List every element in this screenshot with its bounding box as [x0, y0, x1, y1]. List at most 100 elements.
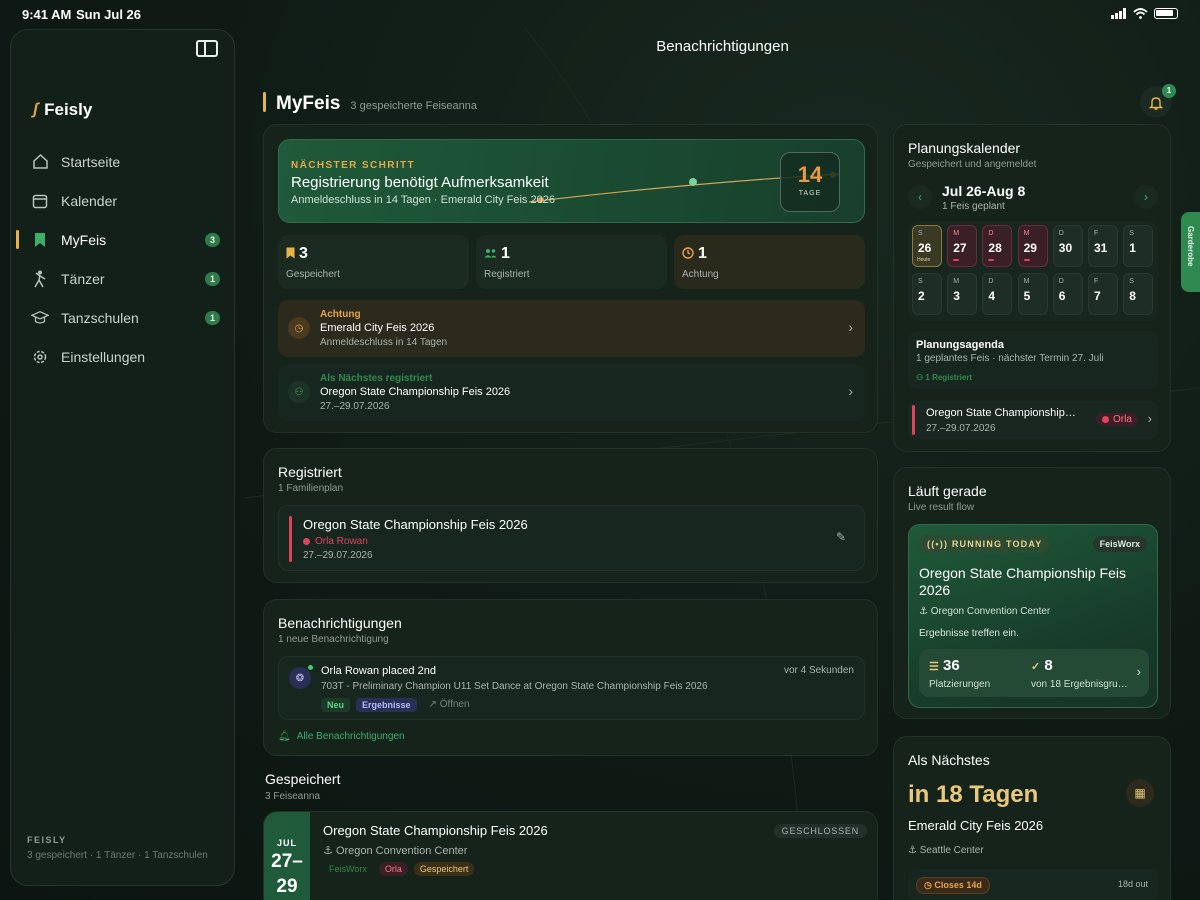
notification-bell-button[interactable]: 1 — [1140, 84, 1176, 118]
live-message: Ergebnisse treffen ein. — [919, 628, 1019, 639]
saved-feis-card[interactable]: JUL 27– 29 Oregon State Championship Fei… — [263, 811, 878, 900]
running-today-label: RUNNING TODAY — [951, 539, 1043, 549]
sidebar-item-startseite[interactable]: Startseite — [11, 142, 234, 181]
live-subtitle: Live result flow — [908, 502, 975, 513]
days-counter: 14 TAGE — [780, 152, 840, 212]
open-link[interactable]: ↗ Öffnen — [423, 697, 476, 712]
agenda-item[interactable]: Oregon State Championship Feis 2026 27.–… — [908, 401, 1158, 439]
edit-pencil-icon[interactable]: ✎ — [836, 530, 846, 544]
stat-attention[interactable]: 1 Achtung — [674, 235, 865, 289]
all-notifications-link[interactable]: 🔔︎ Alle Benachrichtigungen — [278, 731, 405, 742]
days-counter-value: 14 — [797, 162, 823, 187]
chevron-right-icon: › — [1147, 411, 1152, 426]
gear-icon — [31, 348, 49, 366]
next-feis-location-label: Seattle Center — [919, 845, 984, 856]
sidebar-item-einstellungen[interactable]: Einstellungen — [11, 337, 234, 376]
calendar-day-cell[interactable]: F7 — [1088, 273, 1118, 315]
registered-dancer: Orla Rowan — [303, 536, 368, 547]
calendar-range: Jul 26-Aug 8 — [942, 183, 1026, 199]
calendar-day-cell[interactable]: S1 — [1123, 225, 1154, 267]
sidebar-item-label: Kalender — [61, 192, 118, 209]
alert-subtitle: Anmeldeschluss in 14 Tagen — [320, 337, 448, 348]
event-marker — [953, 259, 960, 261]
calendar-day-cell[interactable]: F 31 — [1088, 225, 1118, 267]
alert-attention[interactable]: ◷ Achtung Emerald City Feis 2026 Anmelde… — [278, 300, 865, 357]
registered-feis-item[interactable]: Oregon State Championship Feis 2026 Orla… — [278, 505, 865, 571]
stat-saved[interactable]: 3 Gespeichert — [278, 235, 469, 289]
chevron-left-icon[interactable]: ‹ — [908, 185, 932, 209]
next-step-card: NÄCHSTER SCHRITT Registrierung benötigt … — [263, 124, 878, 433]
sidebar-item-label: Tänzer — [61, 270, 105, 287]
calendar-day-cell[interactable]: D6 — [1052, 273, 1083, 315]
calendar-day-cell[interactable]: D4 — [982, 273, 1013, 315]
sidebar-toggle-icon[interactable] — [196, 40, 218, 57]
planning-agenda: Planungsagenda 1 geplantes Feis · nächst… — [908, 331, 1158, 389]
calendar-day-number: 3 — [953, 289, 960, 303]
battery-icon — [1154, 8, 1178, 19]
calendar-day-cell[interactable]: M 29 — [1017, 225, 1048, 267]
page-title: MyFeis — [276, 93, 341, 114]
next-feis-deadline-row[interactable]: ◷ Closes 14d 18d out — [908, 869, 1158, 900]
calendar-day-cell[interactable]: M3 — [947, 273, 978, 315]
calendar-day-cell[interactable]: M5 — [1017, 273, 1048, 315]
bookmark-icon — [31, 231, 49, 249]
sidebar-footer: FEISLY 3 gespeichert · 1 Tänzer · 1 Tanz… — [27, 835, 208, 861]
notifications-card: Benachrichtigungen 1 neue Benachrichtigu… — [263, 599, 878, 756]
next-step-banner[interactable]: NÄCHSTER SCHRITT Registrierung benötigt … — [278, 139, 865, 223]
tag-provider: FeisWorx — [329, 864, 367, 874]
sidebar-item-tanzschulen[interactable]: Tanzschulen 1 — [11, 298, 234, 337]
chevron-right-icon[interactable]: › — [1134, 185, 1158, 209]
wardrobe-side-tab[interactable]: Garderobe — [1181, 212, 1200, 292]
location-pin-icon: ⚓︎ — [908, 845, 917, 856]
results-label: von 18 Ergebnisgruppen — [1031, 679, 1131, 690]
alert-kicker: Als Nächstes registriert — [320, 373, 433, 384]
live-feis-location: ⚓︎ Oregon Convention Center — [919, 606, 1050, 617]
stat-value: 1 — [698, 245, 707, 262]
calendar-day-cell[interactable]: D 28 — [982, 225, 1013, 267]
alert-title: Emerald City Feis 2026 — [320, 322, 435, 334]
days-out: 18d out — [1117, 879, 1148, 889]
next-feis-card: Als Nächstes in 18 Tagen ▦ Emerald City … — [893, 736, 1171, 900]
agenda-title: Planungsagenda — [916, 339, 1005, 351]
calendar-weekday: F — [1094, 278, 1099, 285]
tag-saved: Gespeichert — [413, 862, 475, 876]
alert-next-registered[interactable]: ⚇ Als Nächstes registriert Oregon State … — [278, 364, 865, 421]
saved-section-title: Gespeichert — [265, 771, 341, 787]
calendar-day-number: 28 — [988, 241, 1002, 255]
calendar-subtitle: Gespeichert und angemeldet — [908, 159, 1037, 170]
sidebar-item-myfeis[interactable]: MyFeis 3 — [11, 220, 234, 259]
tag-results: Ergebnisse — [356, 697, 417, 712]
sidebar-item-label: Startseite — [61, 153, 121, 170]
calendar-add-icon[interactable]: ▦ — [1126, 779, 1154, 807]
agenda-item-dancer: Orla — [1096, 413, 1138, 426]
calendar-day-cell[interactable]: S8 — [1123, 273, 1154, 315]
sidebar-item-kalender[interactable]: Kalender — [11, 181, 234, 220]
brand[interactable]: ʃ Feisly — [33, 100, 92, 120]
closes-badge: ◷ Closes 14d — [916, 877, 990, 894]
live-feis-panel[interactable]: ((•)) RUNNING TODAY FeisWorx Oregon Stat… — [908, 524, 1158, 708]
live-stats[interactable]: ☰ 36 Platzierungen ✓ 8 von 18 Ergebnisgr… — [919, 649, 1149, 697]
calendar-weekday: M — [953, 278, 960, 285]
clock-alert-icon — [682, 246, 694, 262]
stat-label: Achtung — [682, 269, 719, 280]
calendar-day-number: 6 — [1058, 289, 1066, 303]
agenda-item-dancer-name: Orla — [1113, 414, 1132, 425]
placements-label: Platzierungen — [929, 679, 991, 690]
stat-registered[interactable]: 1 Registriert — [476, 235, 667, 289]
calendar-weekday: S — [1129, 230, 1134, 237]
calendar-day-cell[interactable]: M 27 — [947, 225, 978, 267]
stat-value: 1 — [501, 245, 510, 262]
calendar-weekday: D — [988, 278, 994, 285]
calendar-weekday: S — [1129, 278, 1134, 285]
provider-badge: FeisWorx — [1092, 536, 1147, 552]
location-pin-icon: ⚓︎ — [919, 606, 928, 617]
calendar-day-cell[interactable]: D 30 — [1052, 225, 1083, 267]
sidebar-item-taenzer[interactable]: Tänzer 1 — [11, 259, 234, 298]
calendar-day-cell[interactable]: S2 — [912, 273, 942, 315]
placements-value: ☰ 36 — [929, 657, 960, 674]
notification-item[interactable]: ❂ Orla Rowan placed 2nd vor 4 Sekunden 7… — [278, 656, 865, 720]
agenda-item-accent — [912, 405, 915, 435]
sidebar: ʃ Feisly Startseite Kalender MyFeis 3 Tä… — [10, 29, 235, 886]
days-counter-label: TAGE — [798, 190, 822, 197]
calendar-day-cell[interactable]: S 26 Heute — [912, 225, 942, 267]
